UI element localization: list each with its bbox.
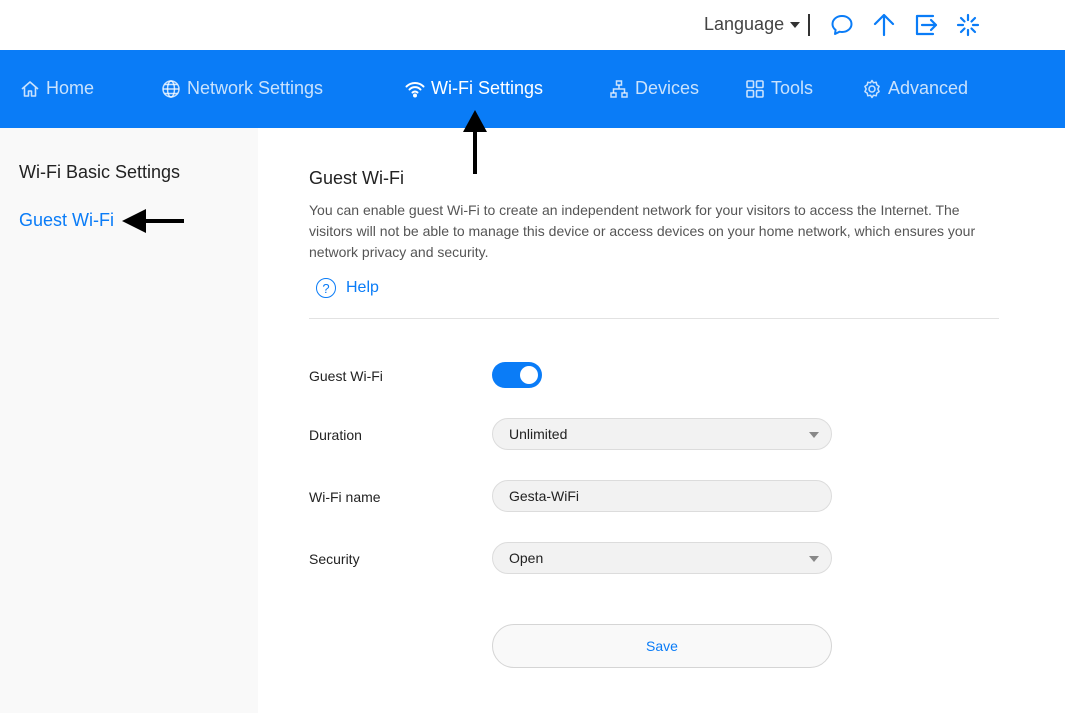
upload-icon[interactable] [871,12,897,38]
nav-label: Network Settings [187,78,324,98]
chevron-down-icon [809,432,819,438]
guest-wifi-label: Guest Wi-Fi [309,368,383,384]
security-value: Open [509,550,544,566]
help-label: Help [346,279,379,296]
nav-label: Home [46,78,95,98]
nav-label: Devices [635,78,700,98]
divider [309,318,999,319]
nav-label: Advanced [888,78,969,98]
nav-label: Tools [771,78,814,98]
security-label: Security [309,551,360,567]
wifi-icon [405,79,425,99]
nav-item-advanced[interactable]: Advanced [862,78,968,99]
loading-icon[interactable] [955,12,981,38]
grid-icon [745,79,765,99]
help-icon: ? [316,278,336,298]
nav-item-network-settings[interactable]: Network Settings [161,78,323,99]
wifi-name-input[interactable] [492,480,832,512]
help-link[interactable]: ? Help [316,278,379,298]
nav-item-home[interactable]: Home [20,78,94,99]
globe-icon [161,79,181,99]
save-button[interactable]: Save [492,624,832,668]
nav-item-wifi-settings[interactable]: Wi-Fi Settings [405,78,543,99]
duration-value: Unlimited [509,426,568,442]
wifi-name-label: Wi-Fi name [309,489,381,505]
duration-select[interactable]: Unlimited [492,418,832,450]
top-bar: Language [0,0,1065,50]
chat-icon[interactable] [829,12,855,38]
sidebar-item-wifi-basic-settings[interactable]: Wi-Fi Basic Settings [19,162,180,183]
caret-down-icon [790,21,801,28]
logout-icon[interactable] [913,12,939,38]
network-tree-icon [609,79,629,99]
page-description: You can enable guest Wi-Fi to create an … [309,202,976,260]
toggle-knob [520,366,538,384]
gear-icon [862,79,882,99]
guest-wifi-toggle[interactable] [492,362,542,388]
separator [808,14,810,36]
language-label: Language [704,14,785,34]
page-title: Guest Wi-Fi [309,168,405,188]
annotation-arrow-left-icon [122,209,184,233]
language-selector[interactable]: Language [704,14,801,35]
duration-label: Duration [309,427,362,443]
annotation-arrow-up-icon [463,110,487,174]
nav-item-tools[interactable]: Tools [745,78,813,99]
home-icon [20,79,40,99]
main-nav: Home Network Settings Wi-Fi Settings Dev… [0,50,1065,128]
nav-label: Wi-Fi Settings [431,78,544,98]
sidebar-item-guest-wifi[interactable]: Guest Wi-Fi [19,210,114,231]
security-select[interactable]: Open [492,542,832,574]
nav-item-devices[interactable]: Devices [609,78,699,99]
chevron-down-icon [809,556,819,562]
